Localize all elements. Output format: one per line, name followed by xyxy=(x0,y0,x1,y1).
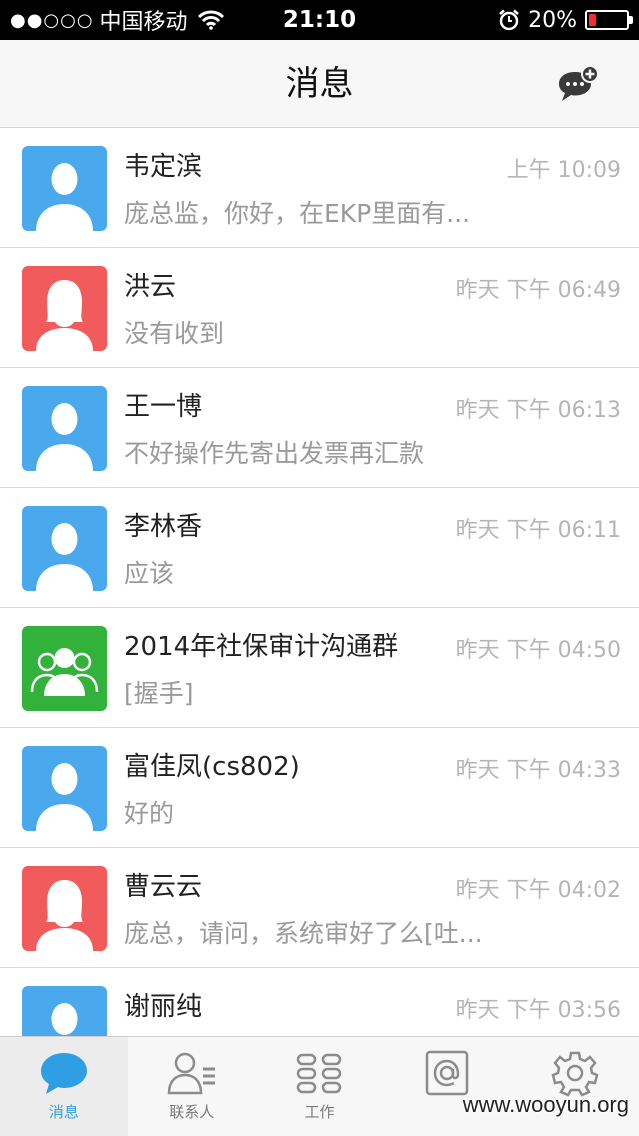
alarm-icon xyxy=(498,9,520,31)
battery-icon xyxy=(585,10,633,30)
tab-chat-bubble[interactable]: 消息 xyxy=(0,1037,128,1136)
chat-bubble-icon xyxy=(38,1049,90,1097)
conversation-name: 富佳凤(cs802) xyxy=(124,752,300,782)
navigation-header: 消息 xyxy=(0,40,639,128)
male-avatar-icon xyxy=(22,386,107,471)
tab-apps-grid[interactable]: 工作 xyxy=(256,1037,384,1136)
battery-percent: 20% xyxy=(528,7,577,33)
status-bar: ●●○○○ 中国移动 21:10 20% xyxy=(0,0,639,40)
watermark: www.wooyun.org xyxy=(462,1092,629,1117)
tab-bar: 消息 联系人 工作 xyxy=(0,1036,639,1136)
female-avatar-icon xyxy=(22,866,107,951)
apps-grid-icon xyxy=(293,1049,345,1097)
male-avatar-icon xyxy=(22,746,107,831)
tab-at-sign[interactable] xyxy=(383,1037,511,1136)
tab-contacts[interactable]: 联系人 xyxy=(128,1037,256,1136)
conversation-row[interactable]: 王一博 不好操作先寄出发票再汇款 昨天 下午 06:13 xyxy=(0,368,639,488)
settings-gear-icon xyxy=(549,1049,601,1097)
message-preview: 好的 xyxy=(124,799,175,828)
message-preview: 没有收到 xyxy=(124,319,225,348)
tab-label: 联系人 xyxy=(169,1103,215,1121)
message-preview: 庞总监，你好，在EKP里面有... xyxy=(124,199,471,228)
battery-level-fill xyxy=(589,14,597,26)
male-avatar-icon xyxy=(22,146,107,231)
conversation-name: 谢丽纯 xyxy=(124,992,203,1022)
female-avatar-icon xyxy=(22,266,107,351)
page-title: 消息 xyxy=(285,64,354,104)
message-time: 昨天 下午 04:50 xyxy=(455,638,621,663)
message-time: 昨天 下午 06:13 xyxy=(455,398,621,423)
new-chat-button[interactable] xyxy=(557,64,601,104)
male-avatar-icon xyxy=(22,986,107,1036)
message-time: 昨天 下午 04:02 xyxy=(455,878,621,903)
tab-label: 工作 xyxy=(304,1103,335,1121)
conversation-row[interactable]: 富佳凤(cs802) 好的 昨天 下午 04:33 xyxy=(0,728,639,848)
conversation-name: 王一博 xyxy=(124,392,203,422)
message-time: 昨天 下午 06:11 xyxy=(455,518,621,543)
conversation-row[interactable]: 韦定滨 庞总监，你好，在EKP里面有... 上午 10:09 xyxy=(0,128,639,248)
conversation-name: 曹云云 xyxy=(124,872,203,902)
conversation-row[interactable]: 曹云云 庞总，请问，系统审好了么[吐... 昨天 下午 04:02 xyxy=(0,848,639,968)
tab-settings-gear[interactable] xyxy=(511,1037,639,1136)
conversation-list[interactable]: 韦定滨 庞总监，你好，在EKP里面有... 上午 10:09 洪云 没有收到 昨… xyxy=(0,128,639,1036)
message-preview: 应该 xyxy=(124,559,175,588)
message-preview: [握手] xyxy=(124,679,194,708)
new-chat-icon xyxy=(559,65,599,101)
conversation-row[interactable]: 李林香 应该 昨天 下午 06:11 xyxy=(0,488,639,608)
group-avatar-icon xyxy=(22,626,107,711)
conversation-row[interactable]: 谢丽纯 昨天 下午 03:56 xyxy=(0,968,639,1036)
at-sign-icon xyxy=(421,1049,473,1097)
status-right: 20% xyxy=(498,0,633,40)
tab-label: 消息 xyxy=(48,1103,79,1121)
message-time: 昨天 下午 06:49 xyxy=(455,278,621,303)
message-time: 昨天 下午 04:33 xyxy=(455,758,621,783)
conversation-name: 李林香 xyxy=(124,512,203,542)
message-preview: 庞总，请问，系统审好了么[吐... xyxy=(124,919,483,948)
app-screen: ●●○○○ 中国移动 21:10 20% 消息 韦定滨 庞总监，你好，在EKP里… xyxy=(0,0,639,1136)
contacts-icon xyxy=(166,1049,218,1097)
conversation-name: 洪云 xyxy=(124,272,177,302)
conversation-row[interactable]: 2014年社保审计沟通群 [握手] 昨天 下午 04:50 xyxy=(0,608,639,728)
message-preview: 不好操作先寄出发票再汇款 xyxy=(124,439,425,468)
conversation-name: 2014年社保审计沟通群 xyxy=(124,632,399,662)
conversation-row[interactable]: 洪云 没有收到 昨天 下午 06:49 xyxy=(0,248,639,368)
male-avatar-icon xyxy=(22,506,107,591)
message-time: 昨天 下午 03:56 xyxy=(455,998,621,1023)
conversation-name: 韦定滨 xyxy=(124,152,203,182)
message-time: 上午 10:09 xyxy=(506,158,621,183)
